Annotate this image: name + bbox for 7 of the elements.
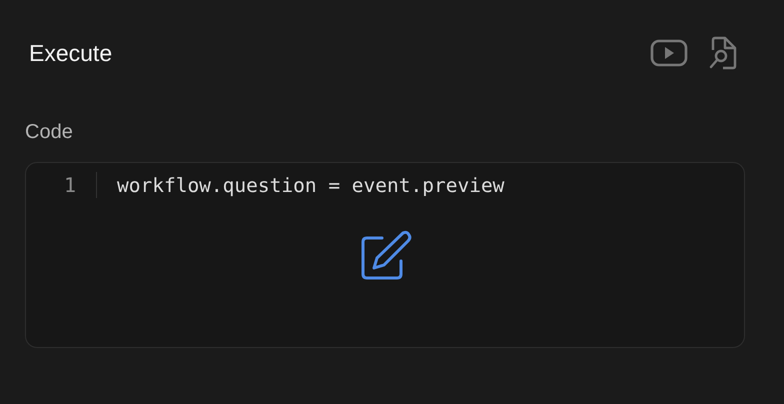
code-line: workflow.question = event.preview (116, 174, 504, 196)
line-number: 1 (26, 172, 97, 198)
field-label: Code (25, 121, 74, 144)
play-icon[interactable] (650, 39, 688, 67)
panel-title: Execute (29, 40, 112, 66)
code-editor[interactable]: 1 workflow.question = event.preview (25, 162, 745, 348)
file-search-icon[interactable] (708, 36, 738, 70)
